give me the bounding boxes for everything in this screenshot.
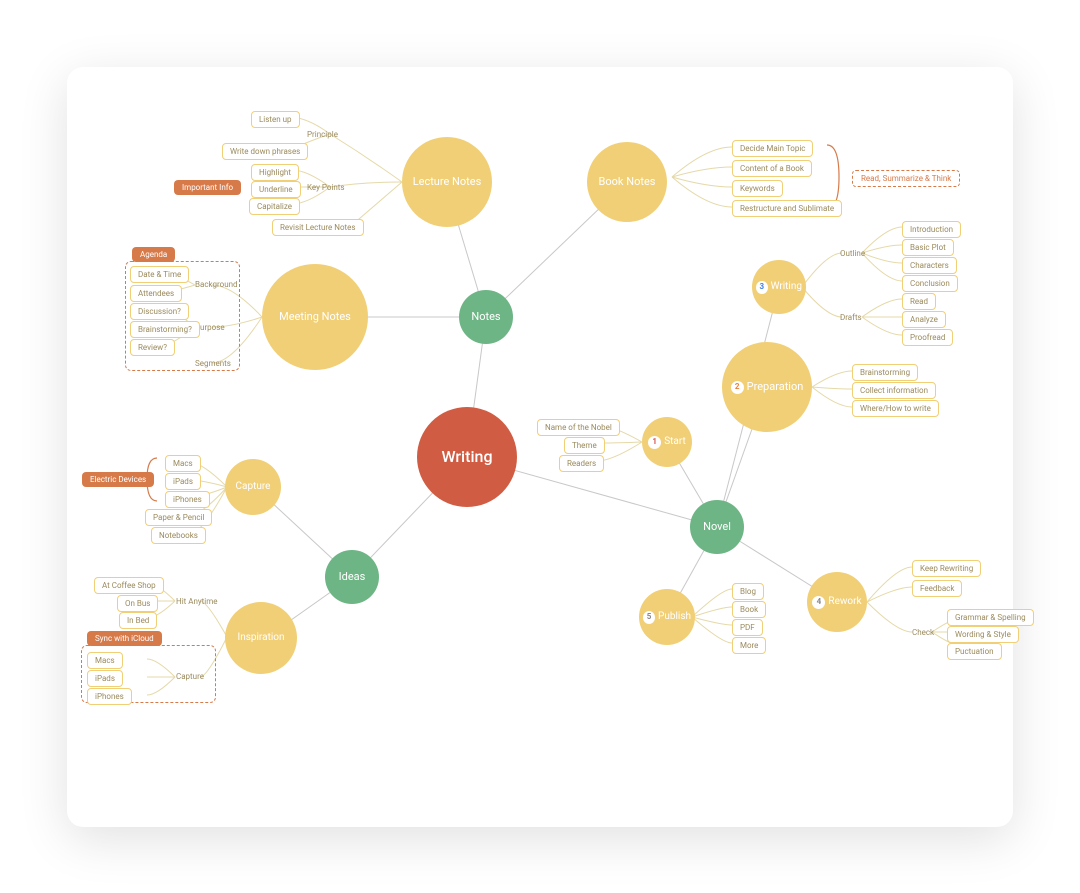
read-summarize-tag: Read, Summarize & Think xyxy=(852,170,960,187)
icloud-capture-label: Capture xyxy=(176,672,204,681)
inspiration-node[interactable]: Inspiration xyxy=(225,602,297,674)
preparation-node[interactable]: 2 Preparation xyxy=(722,342,812,432)
on-bus-leaf[interactable]: On Bus xyxy=(117,595,158,612)
brainstorming-leaf[interactable]: Brainstorming? xyxy=(130,321,200,338)
where-how-leaf[interactable]: Where/How to write xyxy=(852,400,939,417)
outline-label: Outline xyxy=(840,249,865,258)
keep-rewriting-leaf[interactable]: Keep Rewriting xyxy=(912,560,981,577)
book2-leaf[interactable]: Book xyxy=(732,601,766,618)
rework-num: 4 xyxy=(812,596,825,609)
electric-devices-tag: Electric Devices xyxy=(82,472,154,487)
notes-hub[interactable]: Notes xyxy=(459,290,513,344)
highlight-leaf[interactable]: Highlight xyxy=(251,164,299,181)
feedback-leaf[interactable]: Feedback xyxy=(912,580,962,597)
root-node[interactable]: Writing xyxy=(417,407,517,507)
sync-icloud-tag: Sync with iCloud xyxy=(87,631,162,646)
review-leaf[interactable]: Review? xyxy=(130,339,175,356)
book-label: Book Notes xyxy=(599,175,656,188)
ipads-leaf[interactable]: iPads xyxy=(165,473,201,490)
discussion-leaf[interactable]: Discussion? xyxy=(130,303,189,320)
characters-leaf[interactable]: Characters xyxy=(902,257,957,274)
name-novel-leaf[interactable]: Name of the Nobel xyxy=(537,419,620,436)
notebooks-leaf[interactable]: Notebooks xyxy=(151,527,206,544)
wording-leaf[interactable]: Wording & Style xyxy=(947,626,1019,643)
rework-label: Rework xyxy=(828,596,861,608)
keywords-leaf[interactable]: Keywords xyxy=(732,180,783,197)
drafts-label: Drafts xyxy=(840,313,862,322)
publish-node[interactable]: 5 Publish xyxy=(639,589,695,645)
capitalize-leaf[interactable]: Capitalize xyxy=(249,198,300,215)
inspiration-label: Inspiration xyxy=(237,632,284,644)
agenda-tag: Agenda xyxy=(132,247,175,262)
date-time-leaf[interactable]: Date & Time xyxy=(130,266,189,283)
analyze-leaf[interactable]: Analyze xyxy=(902,311,946,328)
book-node[interactable]: Book Notes xyxy=(587,142,667,222)
paper-pencil-leaf[interactable]: Paper & Pencil xyxy=(145,509,212,526)
capture-label: Capture xyxy=(236,481,271,493)
hit-anytime-label: Hit Anytime xyxy=(176,597,218,606)
start-num: 1 xyxy=(648,436,661,449)
readers-leaf[interactable]: Readers xyxy=(559,455,604,472)
writing-num: 3 xyxy=(756,281,768,294)
in-bed-leaf[interactable]: In Bed xyxy=(119,612,157,629)
underline-leaf[interactable]: Underline xyxy=(251,181,301,198)
basic-plot-leaf[interactable]: Basic Plot xyxy=(902,239,954,256)
meeting-node[interactable]: Meeting Notes xyxy=(262,264,368,370)
novel-label: Novel xyxy=(703,520,731,533)
collect-info-leaf[interactable]: Collect information xyxy=(852,382,936,399)
start-node[interactable]: 1 Start xyxy=(642,417,692,467)
blog-leaf[interactable]: Blog xyxy=(732,583,764,600)
write-phrases-leaf[interactable]: Write down phrases xyxy=(222,143,308,160)
ideas-hub[interactable]: Ideas xyxy=(325,550,379,604)
segments-label: Segments xyxy=(195,359,231,368)
principle-label: Principle xyxy=(307,130,338,139)
lecture-node[interactable]: Lecture Notes xyxy=(402,137,492,227)
notes-label: Notes xyxy=(471,310,500,323)
content-book-leaf[interactable]: Content of a Book xyxy=(732,160,812,177)
prep-num: 2 xyxy=(731,381,744,394)
coffee-shop-leaf[interactable]: At Coffee Shop xyxy=(94,577,164,594)
read-leaf[interactable]: Read xyxy=(902,293,936,310)
keypoints-label: Key Points xyxy=(307,183,345,192)
intro-leaf[interactable]: Introduction xyxy=(902,221,961,238)
iphones-leaf[interactable]: iPhones xyxy=(165,491,210,508)
writing-node[interactable]: 3 Writing xyxy=(752,260,806,314)
publish-num: 5 xyxy=(643,611,655,624)
restructure-leaf[interactable]: Restructure and Sublimate xyxy=(732,200,842,217)
punctuation-leaf[interactable]: Puctuation xyxy=(947,643,1002,660)
proofread-leaf[interactable]: Proofread xyxy=(902,329,953,346)
publish-label: Publish xyxy=(658,611,691,623)
novel-hub[interactable]: Novel xyxy=(690,500,744,554)
conclusion-leaf[interactable]: Conclusion xyxy=(902,275,958,292)
start-label: Start xyxy=(664,436,686,448)
icloud-iphones-leaf[interactable]: iPhones xyxy=(87,688,132,705)
mindmap-canvas[interactable]: Writing Notes Ideas Novel Lecture Notes … xyxy=(67,67,1013,827)
meeting-label: Meeting Notes xyxy=(279,310,351,323)
decide-topic-leaf[interactable]: Decide Main Topic xyxy=(732,140,813,157)
revisit-leaf[interactable]: Revisit Lecture Notes xyxy=(272,219,364,236)
theme-leaf[interactable]: Theme xyxy=(564,437,605,454)
icloud-macs-leaf[interactable]: Macs xyxy=(87,652,123,669)
lecture-label: Lecture Notes xyxy=(413,175,482,188)
prep-label: Preparation xyxy=(747,380,804,393)
capture-node[interactable]: Capture xyxy=(225,459,281,515)
check-label: Check xyxy=(912,628,934,637)
macs-leaf[interactable]: Macs xyxy=(165,455,201,472)
root-label: Writing xyxy=(441,447,492,466)
grammar-leaf[interactable]: Grammar & Spelling xyxy=(947,609,1034,626)
rework-node[interactable]: 4 Rework xyxy=(807,572,867,632)
pdf-leaf[interactable]: PDF xyxy=(732,619,763,636)
writing-label: Writing xyxy=(771,281,802,293)
more-leaf[interactable]: More xyxy=(732,637,766,654)
important-info-tag: Important Info xyxy=(174,180,241,195)
listen-up-leaf[interactable]: Listen up xyxy=(251,111,300,128)
attendees-leaf[interactable]: Attendees xyxy=(130,285,182,302)
background-label: Background xyxy=(195,280,238,289)
icloud-ipads-leaf[interactable]: iPads xyxy=(87,670,123,687)
ideas-label: Ideas xyxy=(339,570,366,583)
brainstorming2-leaf[interactable]: Brainstorming xyxy=(852,364,918,381)
